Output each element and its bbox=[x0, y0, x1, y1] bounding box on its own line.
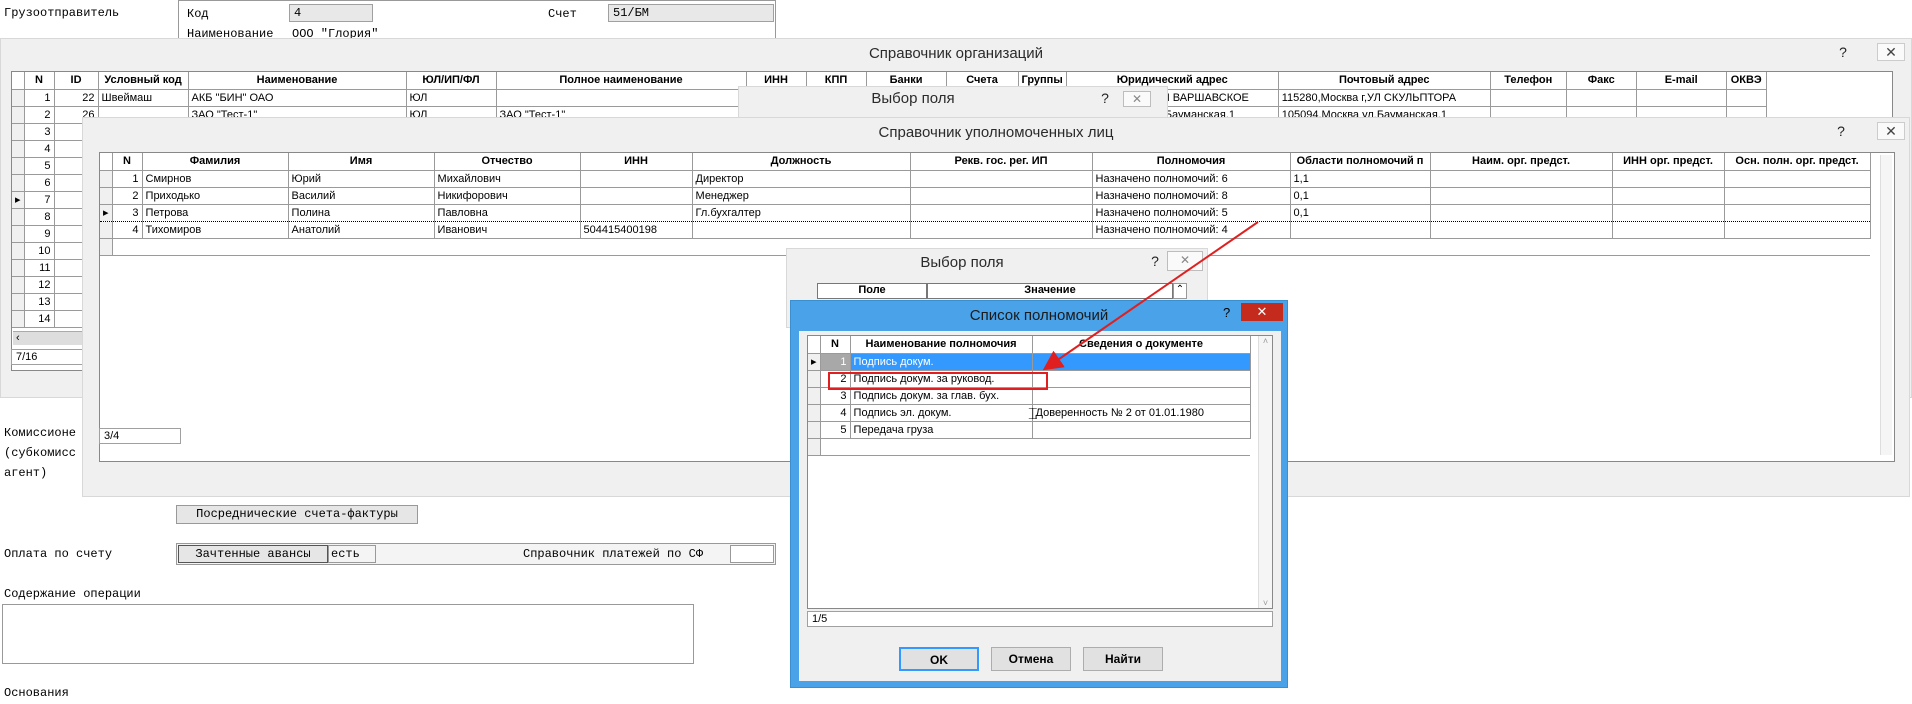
annotation-arrow bbox=[1042, 221, 1259, 371]
mouse-cursor-icon: ⌶ bbox=[1028, 406, 1038, 423]
